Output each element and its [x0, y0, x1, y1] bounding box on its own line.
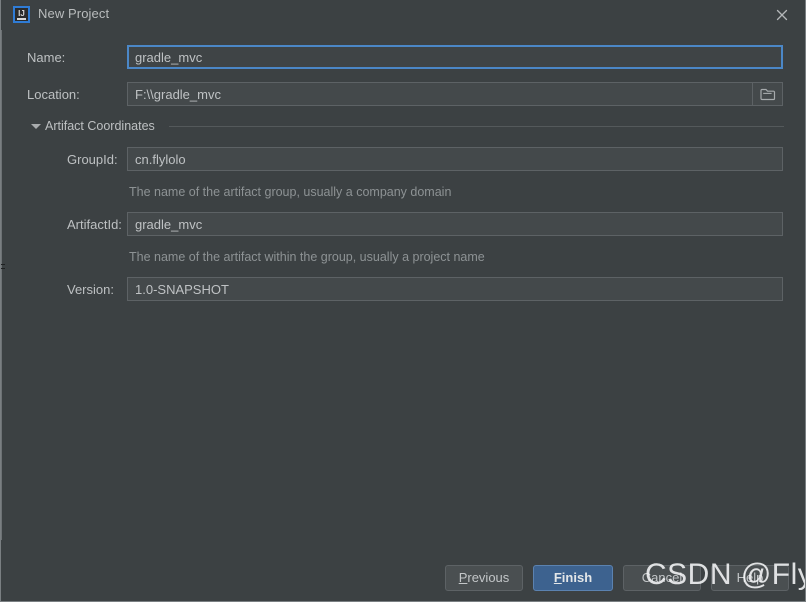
edge-tick — [1, 264, 5, 265]
finish-button-mnemonic: F — [553, 570, 562, 585]
edge-tick — [1, 268, 5, 269]
dialog-titlebar: IJ New Project — [1, 0, 805, 30]
previous-button[interactable]: Previous — [445, 565, 523, 591]
finish-button-label-rest: inish — [561, 570, 593, 585]
previous-button-label-rest: revious — [467, 570, 510, 585]
dialog-left-edge — [1, 30, 2, 540]
close-icon[interactable] — [773, 6, 791, 24]
chevron-down-icon — [31, 124, 41, 129]
name-input[interactable] — [127, 45, 783, 69]
groupid-label: GroupId: — [67, 152, 118, 167]
folder-icon[interactable] — [753, 82, 783, 106]
location-label: Location: — [27, 87, 80, 102]
cancel-button[interactable]: Cancel — [623, 565, 701, 591]
version-input[interactable] — [127, 277, 783, 301]
location-input[interactable] — [127, 82, 753, 106]
artifactid-helper-text: The name of the artifact within the grou… — [129, 250, 485, 264]
new-project-dialog: IJ New Project Name: Location: Artifact … — [0, 0, 806, 602]
intellij-idea-icon: IJ — [13, 6, 30, 23]
dialog-title: New Project — [38, 6, 110, 21]
version-label: Version: — [67, 282, 114, 297]
groupid-input[interactable] — [127, 147, 783, 171]
name-label: Name: — [27, 50, 66, 65]
artifactid-input[interactable] — [127, 212, 783, 236]
help-button[interactable]: Help — [711, 565, 789, 591]
finish-button[interactable]: Finish — [533, 565, 613, 591]
artifact-coordinates-title: Artifact Coordinates — [45, 119, 155, 133]
groupid-helper-text: The name of the artifact group, usually … — [129, 185, 452, 199]
artifact-coordinates-separator — [169, 126, 784, 127]
artifactid-label: ArtifactId: — [67, 217, 122, 232]
